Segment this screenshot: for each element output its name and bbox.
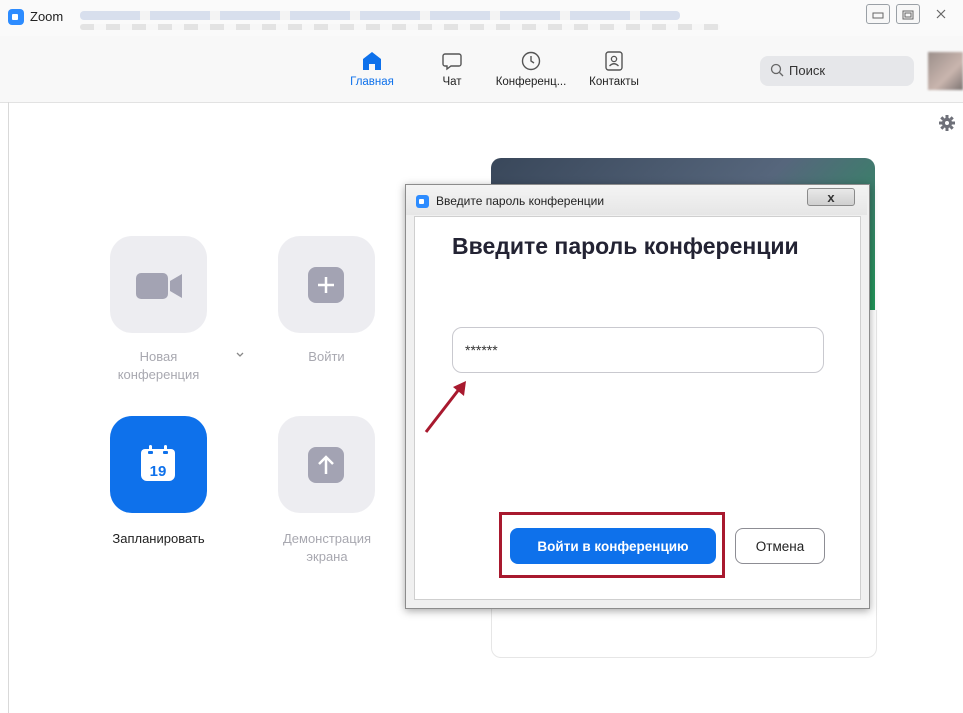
search-icon bbox=[770, 63, 784, 77]
gear-icon[interactable] bbox=[938, 114, 956, 132]
tab-home-label: Главная bbox=[350, 76, 394, 88]
join-meeting-button[interactable]: Войти в конференцию bbox=[510, 528, 716, 564]
dialog-heading: Введите пароль конференции bbox=[452, 233, 799, 259]
contacts-icon bbox=[605, 51, 623, 71]
upload-arrow-icon bbox=[308, 447, 344, 483]
annotation-arrow-icon bbox=[424, 381, 466, 433]
tab-contacts[interactable]: Контакты bbox=[584, 50, 644, 96]
zoom-dialog-icon bbox=[416, 195, 429, 208]
password-input[interactable] bbox=[452, 327, 824, 373]
share-screen-button[interactable] bbox=[278, 416, 375, 513]
blurred-background-menu bbox=[80, 11, 680, 20]
video-camera-icon bbox=[136, 273, 182, 299]
plus-icon bbox=[308, 267, 344, 303]
share-screen-label: Демонстрация экрана bbox=[282, 531, 372, 564]
tab-meetings-label: Конференц... bbox=[495, 76, 567, 88]
schedule-button[interactable]: 19 bbox=[110, 416, 207, 513]
blurred-background-toolbar bbox=[80, 24, 720, 30]
dialog-window-title: Введите пароль конференции bbox=[436, 194, 605, 208]
tab-chat[interactable]: Чат bbox=[435, 50, 469, 96]
window-left-edge bbox=[8, 102, 9, 713]
app-title: Zoom bbox=[30, 9, 64, 24]
close-icon bbox=[936, 9, 946, 19]
maximize-icon bbox=[902, 10, 914, 20]
tab-home[interactable]: Главная bbox=[345, 50, 399, 96]
schedule-label: Запланировать bbox=[112, 531, 205, 546]
chevron-down-icon[interactable] bbox=[235, 351, 245, 359]
zoom-logo-icon bbox=[8, 9, 24, 25]
dialog-close-button[interactable]: x bbox=[807, 188, 855, 206]
minimize-button[interactable] bbox=[866, 4, 890, 24]
search-placeholder: Поиск bbox=[789, 63, 826, 78]
home-icon bbox=[363, 52, 381, 70]
tab-chat-label: Чат bbox=[442, 76, 462, 88]
chat-icon bbox=[442, 53, 462, 71]
calendar-day: 19 bbox=[150, 463, 167, 480]
calendar-icon: 19 bbox=[141, 445, 175, 481]
minimize-icon bbox=[872, 12, 884, 19]
avatar[interactable] bbox=[928, 52, 963, 90]
window-close-button[interactable] bbox=[928, 4, 954, 24]
new-meeting-label: Новая конференция bbox=[117, 349, 200, 382]
tab-contacts-label: Контакты bbox=[589, 76, 639, 88]
tab-meetings[interactable]: Конференц... bbox=[491, 50, 571, 96]
cancel-button[interactable]: Отмена bbox=[735, 528, 825, 564]
clock-icon bbox=[521, 51, 541, 71]
join-label: Войти bbox=[308, 349, 345, 364]
join-button[interactable] bbox=[278, 236, 375, 333]
maximize-button[interactable] bbox=[896, 4, 920, 24]
new-meeting-button[interactable] bbox=[110, 236, 207, 333]
